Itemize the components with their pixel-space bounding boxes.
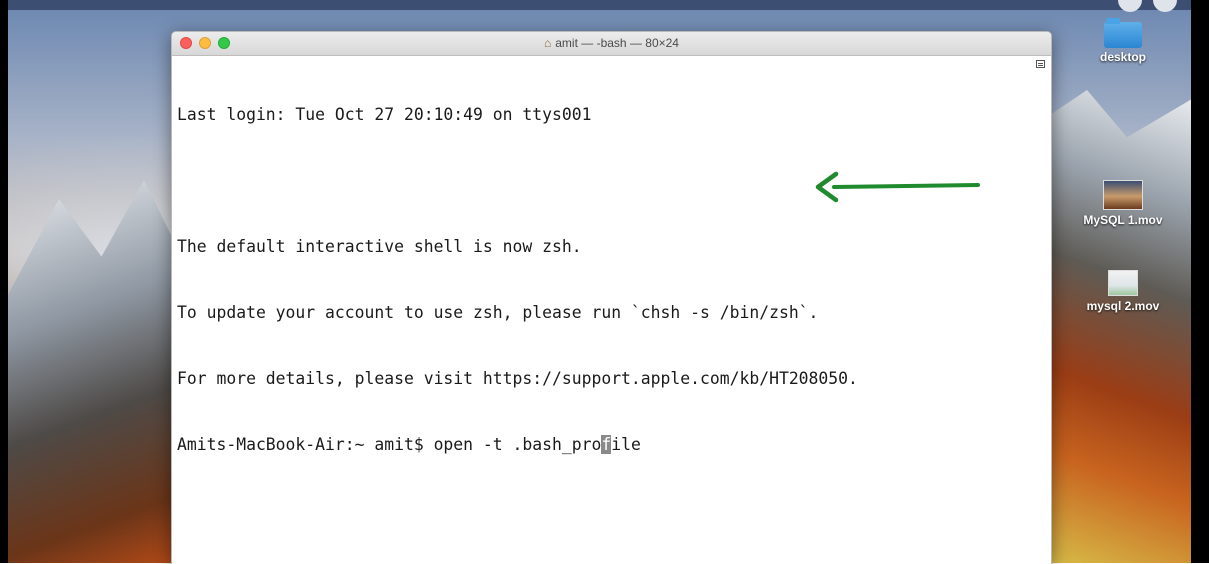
letterbox-right	[1191, 0, 1209, 563]
desktop-folder-label: desktop	[1099, 50, 1146, 64]
mountain-right	[1031, 90, 1191, 563]
prompt-text-after-cursor: ile	[611, 435, 641, 454]
letterbox-left	[0, 0, 8, 563]
terminal-line: For more details, please visit https://s…	[177, 369, 858, 388]
annotation-arrow-icon	[815, 171, 980, 203]
text-cursor: f	[601, 435, 612, 454]
terminal-line: To update your account to use zsh, pleas…	[177, 303, 819, 322]
terminal-output[interactable]: Last login: Tue Oct 27 20:10:49 on ttys0…	[172, 56, 1051, 500]
terminal-prompt-line[interactable]: Amits-MacBook-Air:~ amit$ open -t .bash_…	[177, 434, 1051, 456]
desktop-file-label: mysql 2.mov	[1086, 299, 1160, 313]
top-strip	[8, 0, 1191, 10]
window-title-text: amit — -bash — 80×24	[555, 36, 679, 50]
mountain-left	[8, 180, 178, 563]
home-icon: ⌂	[544, 36, 552, 50]
video-file-icon	[1103, 180, 1143, 210]
desktop-folder-item[interactable]: desktop	[1078, 18, 1168, 64]
prompt-text: Amits-MacBook-Air:~ amit$ open -t .bash_…	[177, 435, 602, 454]
window-title: ⌂ amit — -bash — 80×24	[172, 36, 1051, 50]
desktop-file-mysql-1[interactable]: MySQL 1.mov	[1068, 180, 1178, 227]
video-file-icon	[1108, 270, 1138, 296]
partial-circle-icon	[1153, 0, 1177, 12]
folder-icon	[1104, 18, 1142, 48]
partial-circle-icon	[1118, 0, 1142, 12]
scrollbar-icon[interactable]	[1036, 60, 1045, 68]
terminal-window[interactable]: ⌂ amit — -bash — 80×24 Last login: Tue Oc…	[171, 31, 1052, 564]
desktop-file-mysql-2[interactable]: mysql 2.mov	[1068, 270, 1178, 313]
terminal-titlebar[interactable]: ⌂ amit — -bash — 80×24	[172, 32, 1051, 56]
terminal-line: Last login: Tue Oct 27 20:10:49 on ttys0…	[177, 105, 592, 124]
desktop-file-label: MySQL 1.mov	[1083, 213, 1163, 227]
terminal-line: The default interactive shell is now zsh…	[177, 237, 582, 256]
